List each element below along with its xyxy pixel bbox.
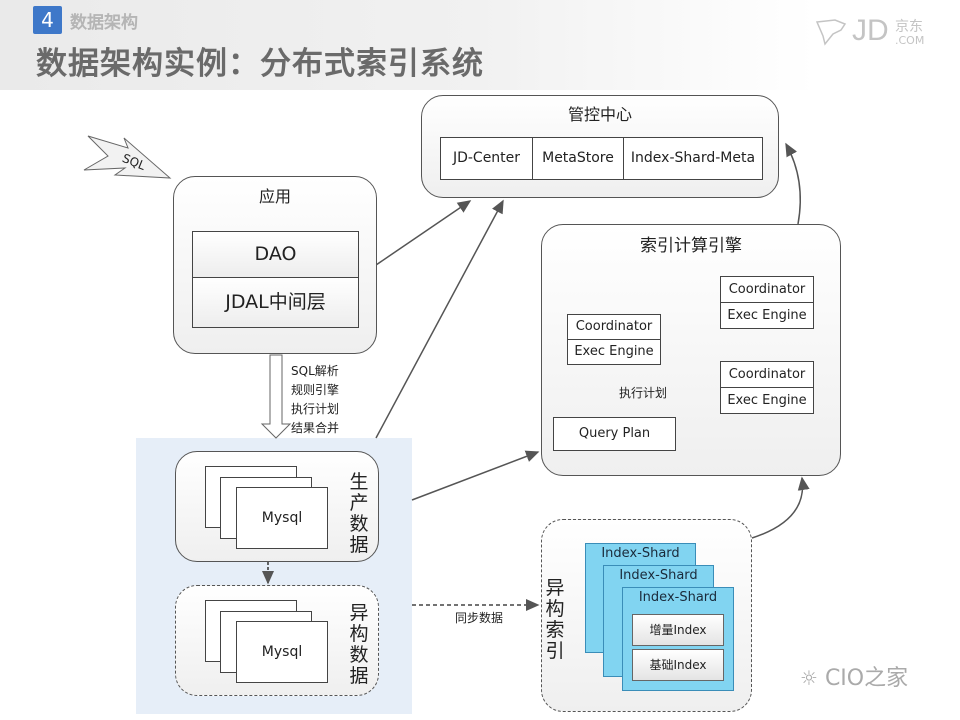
incremental-index: 增量Index: [632, 614, 724, 646]
label-char: 数: [349, 513, 369, 535]
control-center-title: 管控中心: [567, 105, 632, 124]
application-box: 应用 DAO JDAL中间层: [173, 176, 377, 354]
dao-layer: DAO: [192, 231, 359, 278]
label-char: 异: [349, 602, 369, 624]
production-data-label: 生 产 数 据: [348, 472, 370, 556]
control-center: 管控中心 JD-Center MetaStore Index-Shard-Met…: [421, 95, 779, 198]
exec-engine-2: Exec Engine: [720, 302, 814, 329]
shard-title: Index-Shard: [619, 568, 698, 583]
watermark: ☼ CIO之家: [800, 660, 908, 692]
mysql-prod-label: Mysql: [261, 510, 303, 526]
exec-engine-3: Exec Engine: [720, 387, 814, 414]
sync-data-label: 同步数据: [455, 611, 504, 625]
step-result-merge: 结果合并: [291, 421, 340, 435]
metastore-cell: MetaStore: [532, 137, 624, 180]
arrow-app-to-control: [375, 200, 472, 266]
arrow-index-to-engine: [751, 476, 810, 539]
label-char: 生: [349, 471, 369, 493]
label-char: 产: [349, 492, 369, 514]
coordinator-1: Coordinator: [567, 314, 661, 340]
base-index: 基础Index: [632, 649, 724, 681]
coordinator-3: Coordinator: [720, 361, 814, 388]
mysql-het-front: Mysql: [236, 621, 328, 683]
middleware-steps: SQL解析 规则引擎 执行计划 结果合并: [291, 362, 339, 438]
shard-title: Index-Shard: [601, 546, 680, 561]
arrow-engine-to-control: [785, 142, 802, 225]
label-char: 数: [349, 644, 369, 666]
jd-center-cell: JD-Center: [440, 137, 533, 180]
exec-plan-label: 执行计划: [619, 386, 668, 400]
mysql-het-label: Mysql: [261, 644, 303, 660]
application-title: 应用: [258, 187, 291, 206]
label-char: 引: [545, 640, 565, 662]
step-sql-parse: SQL解析: [291, 364, 339, 378]
label-char: 据: [349, 665, 369, 687]
wechat-icon: ☼: [800, 666, 818, 690]
exec-engine-1: Exec Engine: [567, 339, 661, 365]
compute-engine-title: 索引计算引擎: [640, 236, 742, 256]
step-exec-plan: 执行计划: [291, 402, 340, 416]
arrow-data-to-engine: [411, 450, 540, 501]
heterogeneous-data-label: 异 构 数 据: [348, 603, 370, 687]
step-rule-engine: 规则引擎: [291, 383, 340, 397]
coordinator-2: Coordinator: [720, 276, 814, 303]
mysql-prod-front: Mysql: [236, 487, 328, 549]
label-char: 构: [545, 598, 565, 620]
query-plan: Query Plan: [553, 417, 676, 451]
label-char: 索: [545, 619, 565, 641]
label-char: 据: [349, 534, 369, 556]
jdal-layer: JDAL中间层: [192, 277, 359, 328]
label-char: 异: [545, 577, 565, 599]
watermark-text: CIO之家: [824, 666, 909, 691]
arrow-app-to-data: [260, 354, 292, 439]
arrow-data-to-control: [375, 199, 504, 439]
label-char: 构: [349, 623, 369, 645]
shard-title: Index-Shard: [638, 590, 718, 605]
index-shard-3: Index-Shard 增量Index 基础Index: [622, 587, 734, 691]
heterogeneous-index-label: 异 构 索 引: [544, 578, 566, 662]
index-shard-meta-cell: Index-Shard-Meta: [623, 137, 763, 180]
